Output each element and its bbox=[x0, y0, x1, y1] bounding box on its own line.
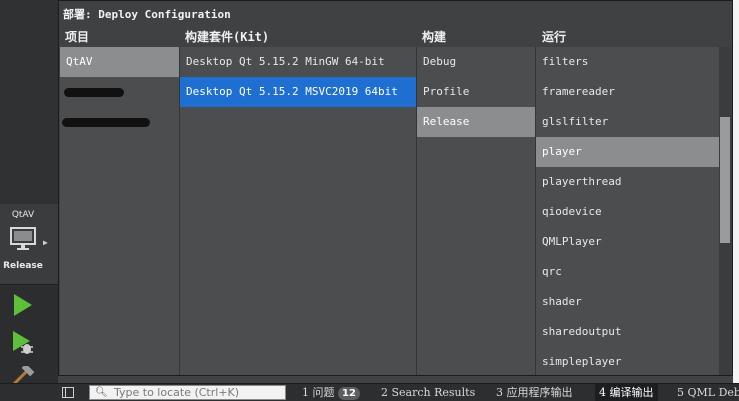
redaction-mark bbox=[64, 88, 124, 97]
project-list: QtAV bbox=[60, 47, 179, 375]
run-item[interactable]: playerthread bbox=[536, 167, 719, 197]
build-item-release[interactable]: Release bbox=[417, 107, 535, 137]
toggle-sidebar-icon[interactable] bbox=[62, 387, 74, 398]
run-list-scrollbar-thumb[interactable] bbox=[720, 117, 730, 243]
run-item[interactable]: simpleplayer bbox=[536, 347, 719, 375]
tab-label: 编译输出 bbox=[609, 386, 654, 399]
tab-label: 问题 bbox=[312, 386, 335, 399]
kit-list: Desktop Qt 5.15.2 MinGW 64-bit Desktop Q… bbox=[180, 47, 416, 375]
run-item[interactable]: glslfilter bbox=[536, 107, 719, 137]
kit-selector[interactable]: QtAV ▶ Release bbox=[0, 204, 58, 285]
tab-number: 4 bbox=[599, 386, 606, 399]
run-item[interactable]: qiodevice bbox=[536, 197, 719, 227]
locator-input[interactable] bbox=[114, 386, 282, 399]
kit-selector-project: QtAV bbox=[11, 210, 35, 220]
tab-label: 应用程序输出 bbox=[506, 386, 573, 399]
run-icon[interactable] bbox=[10, 292, 36, 318]
issue-count-badge: 12 bbox=[338, 387, 360, 400]
run-item[interactable]: framereader bbox=[536, 77, 719, 107]
tab-label: QML Debu bbox=[687, 386, 739, 399]
redaction-mark bbox=[62, 118, 150, 127]
output-tab-search-results[interactable]: 2 Search Results bbox=[377, 384, 479, 401]
search-icon: 🔍︎ bbox=[95, 387, 108, 398]
output-tab-qml-debugger[interactable]: 5 QML Debu bbox=[673, 384, 739, 401]
run-item[interactable]: shader bbox=[536, 287, 719, 317]
output-pane-bar: 🔍︎ 1 问题 12 2 Search Results 3 应用程序输出 4 编… bbox=[0, 383, 739, 401]
build-item-debug[interactable]: Debug bbox=[417, 47, 535, 77]
run-item-selected[interactable]: player bbox=[536, 137, 719, 167]
popup-title: 部署: Deploy Configuration bbox=[63, 8, 231, 21]
output-tab-application-output[interactable]: 3 应用程序输出 bbox=[492, 384, 577, 401]
tab-number: 2 bbox=[381, 386, 388, 399]
mode-sidebar: QtAV ▶ Release bbox=[0, 204, 58, 386]
tab-label: Search Results bbox=[391, 386, 476, 399]
monitor-icon bbox=[10, 226, 36, 255]
build-list: Debug Profile Release bbox=[417, 47, 535, 375]
project-item-qtav[interactable]: QtAV bbox=[60, 47, 179, 77]
run-item[interactable]: qrc bbox=[536, 257, 719, 287]
column-header-kit: 构建套件(Kit) bbox=[185, 30, 270, 44]
tab-number: 5 bbox=[677, 386, 684, 399]
tab-number: 1 bbox=[302, 386, 309, 399]
run-item[interactable]: sharedoutput bbox=[536, 317, 719, 347]
column-header-run: 运行 bbox=[542, 30, 567, 44]
locator-box[interactable]: 🔍︎ bbox=[89, 385, 286, 400]
deploy-configuration-popup: 部署: Deploy Configuration 项目 构建套件(Kit) 构建… bbox=[58, 0, 733, 376]
run-item[interactable]: QMLPlayer bbox=[536, 227, 719, 257]
editor-right-strip bbox=[733, 0, 739, 383]
output-tab-issues[interactable]: 1 问题 12 bbox=[298, 384, 364, 401]
column-header-build: 构建 bbox=[422, 30, 447, 44]
kit-item-msvc2019[interactable]: Desktop Qt 5.15.2 MSVC2019 64bit bbox=[180, 77, 416, 107]
project-item-redacted[interactable] bbox=[60, 107, 179, 137]
run-list: filters framereader glslfilter player pl… bbox=[536, 47, 719, 375]
debug-run-icon[interactable] bbox=[10, 330, 36, 356]
column-header-project: 项目 bbox=[65, 30, 90, 44]
output-tab-compile-output[interactable]: 4 编译输出 bbox=[595, 384, 658, 401]
project-item-redacted[interactable] bbox=[60, 77, 179, 107]
run-item[interactable]: filters bbox=[536, 47, 719, 77]
kit-selector-build: Release bbox=[3, 261, 43, 271]
tab-number: 3 bbox=[496, 386, 503, 399]
caret-right-icon: ▶ bbox=[43, 238, 48, 247]
build-item-profile[interactable]: Profile bbox=[417, 77, 535, 107]
kit-item-mingw[interactable]: Desktop Qt 5.15.2 MinGW 64-bit bbox=[180, 47, 416, 77]
